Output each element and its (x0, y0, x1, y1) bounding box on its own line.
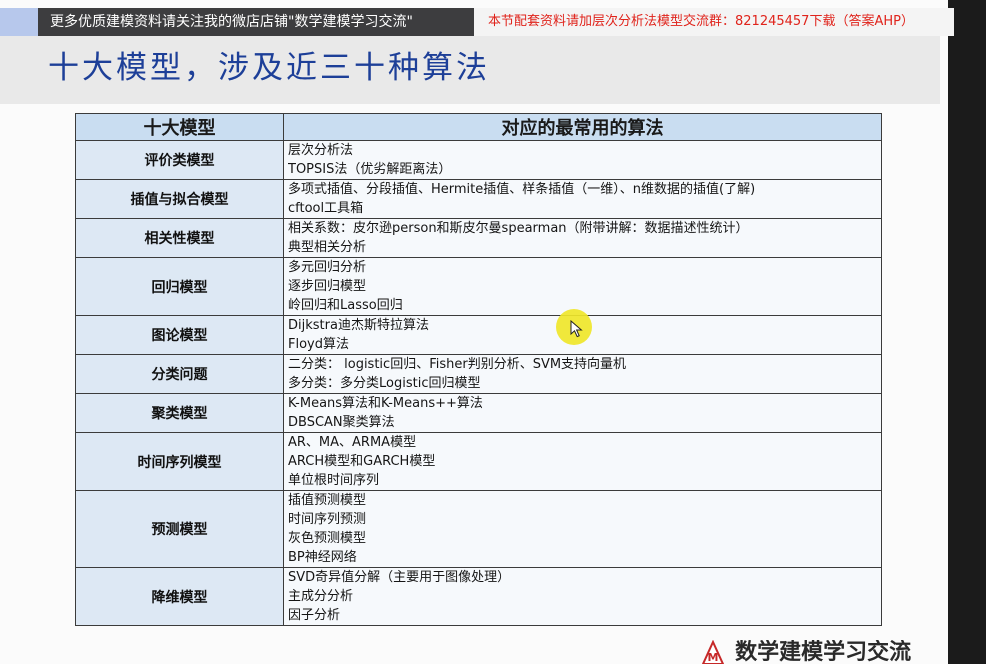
algorithm-item: 单位根时间序列 (288, 473, 380, 488)
model-name-cell: 插值与拟合模型 (75, 179, 284, 219)
table-row: 聚类模型 K-Means算法和K-Means++算法 DBSCAN聚类算法 (75, 393, 882, 433)
algorithm-item: AR、MA、ARMA模型 (288, 435, 417, 450)
algorithms-cell: K-Means算法和K-Means++算法 DBSCAN聚类算法 (283, 393, 882, 433)
model-name-cell: 降维模型 (75, 567, 284, 626)
watermark-text: 数学建模学习交流 (735, 640, 912, 664)
algorithm-item: BP神经网络 (288, 550, 357, 565)
model-name-cell: 分类问题 (75, 354, 284, 394)
algorithm-item: 多元回归分析 (288, 260, 367, 275)
algorithm-item: ARCH模型和GARCH模型 (288, 454, 436, 469)
model-name-cell: 聚类模型 (75, 393, 284, 433)
model-name-cell: 时间序列模型 (75, 432, 284, 491)
algorithm-item: SVD奇异值分解（主要用于图像处理） (288, 570, 511, 585)
algorithm-item: 逐步回归模型 (288, 279, 367, 294)
algorithms-cell: 相关系数：皮尔逊person和斯皮尔曼spearman（附带讲解：数据描述性统计… (283, 218, 882, 258)
models-table: 十大模型 对应的最常用的算法 评价类模型 层次分析法 TOPSIS法（优劣解距离法）… (75, 113, 882, 626)
table-body: 评价类模型 层次分析法 TOPSIS法（优劣解距离法） 插值与拟合模型 多项式插值、分段… (75, 140, 882, 626)
table-row: 相关性模型 相关系数：皮尔逊person和斯皮尔曼spearman（附带讲解：数… (75, 218, 882, 258)
table-row: 图论模型 Dijkstra迪杰斯特拉算法 Floyd算法 (75, 315, 882, 355)
algorithms-cell: 多元回归分析 逐步回归模型 岭回归和Lasso回归 (283, 257, 882, 316)
table-row: 时间序列模型 AR、MA、ARMA模型 ARCH模型和GARCH模型 单位根时间序列 (75, 432, 882, 491)
mouse-pointer-icon (570, 320, 583, 338)
algorithm-item: 主成分分析 (288, 589, 354, 604)
banner-group-notice: 本节配套资料请加层次分析法模型交流群：821245457下载（答案AHP） (474, 8, 954, 36)
algorithms-cell: AR、MA、ARMA模型 ARCH模型和GARCH模型 单位根时间序列 (283, 432, 882, 491)
algorithm-item: TOPSIS法（优劣解距离法） (288, 162, 452, 177)
banner-shop-notice: 更多优质建模资料请关注我的微店店铺"数学建模学习交流" (38, 8, 486, 36)
header-models: 十大模型 (75, 113, 284, 141)
table-row: 评价类模型 层次分析法 TOPSIS法（优劣解距离法） (75, 140, 882, 180)
algorithm-item: cftool工具箱 (288, 201, 364, 216)
table-row: 分类问题 二分类： logistic回归、Fisher判别分析、SVM支持向量机多… (75, 354, 882, 394)
model-name-cell: 评价类模型 (75, 140, 284, 180)
brand-logo-letter: M (708, 651, 719, 664)
algorithms-cell: SVD奇异值分解（主要用于图像处理） 主成分分析因子分析 (283, 567, 882, 626)
algorithms-cell: 多项式插值、分段插值、Hermite插值、样条插值（一维）、n维数据的插值(了解… (283, 179, 882, 219)
model-name-cell: 图论模型 (75, 315, 284, 355)
algorithms-cell: 二分类： logistic回归、Fisher判别分析、SVM支持向量机 多分类：多… (283, 354, 882, 394)
table-row: 预测模型 插值预测模型 时间序列预测 灰色预测模型 BP神经网络 (75, 490, 882, 568)
model-name-cell: 回归模型 (75, 257, 284, 316)
brand-logo-icon: M (701, 640, 725, 664)
algorithms-cell: 插值预测模型 时间序列预测 灰色预测模型 BP神经网络 (283, 490, 882, 568)
algorithm-item: 多分类：多分类Logistic回归模型 (288, 376, 481, 391)
algorithms-cell: 层次分析法 TOPSIS法（优劣解距离法） (283, 140, 882, 180)
table-row: 回归模型 多元回归分析 逐步回归模型 岭回归和Lasso回归 (75, 257, 882, 316)
algorithm-item: 灰色预测模型 (288, 531, 367, 546)
algorithm-item: 多项式插值、分段插值、Hermite插值、样条插值（一维）、n维数据的插值(了解… (288, 182, 756, 197)
algorithm-item: K-Means算法和K-Means++算法 (288, 396, 483, 411)
algorithm-item: 因子分析 (288, 608, 341, 623)
header-algorithms: 对应的最常用的算法 (283, 113, 882, 141)
page-title: 十大模型，涉及近三十种算法 (48, 50, 490, 86)
watermark: M 数学建模学习交流 (700, 640, 948, 664)
algorithm-item: 相关系数：皮尔逊person和斯皮尔曼spearman（附带讲解：数据描述性统计… (288, 221, 749, 236)
model-name-cell: 相关性模型 (75, 218, 284, 258)
algorithm-item: 典型相关分析 (288, 240, 367, 255)
algorithm-item: 层次分析法 (288, 143, 354, 158)
table-row: 降维模型 SVD奇异值分解（主要用于图像处理） 主成分分析因子分析 (75, 567, 882, 626)
algorithm-item: 插值预测模型 (288, 493, 367, 508)
table-row: 插值与拟合模型 多项式插值、分段插值、Hermite插值、样条插值（一维）、n维数… (75, 179, 882, 219)
right-edge-bar (948, 0, 986, 664)
model-name-cell: 预测模型 (75, 490, 284, 568)
algorithm-item: 时间序列预测 (288, 512, 367, 527)
algorithm-item: DBSCAN聚类算法 (288, 415, 395, 430)
table-header-row: 十大模型 对应的最常用的算法 (75, 113, 882, 141)
algorithm-item: 二分类： logistic回归、Fisher判别分析、SVM支持向量机 (288, 357, 627, 372)
